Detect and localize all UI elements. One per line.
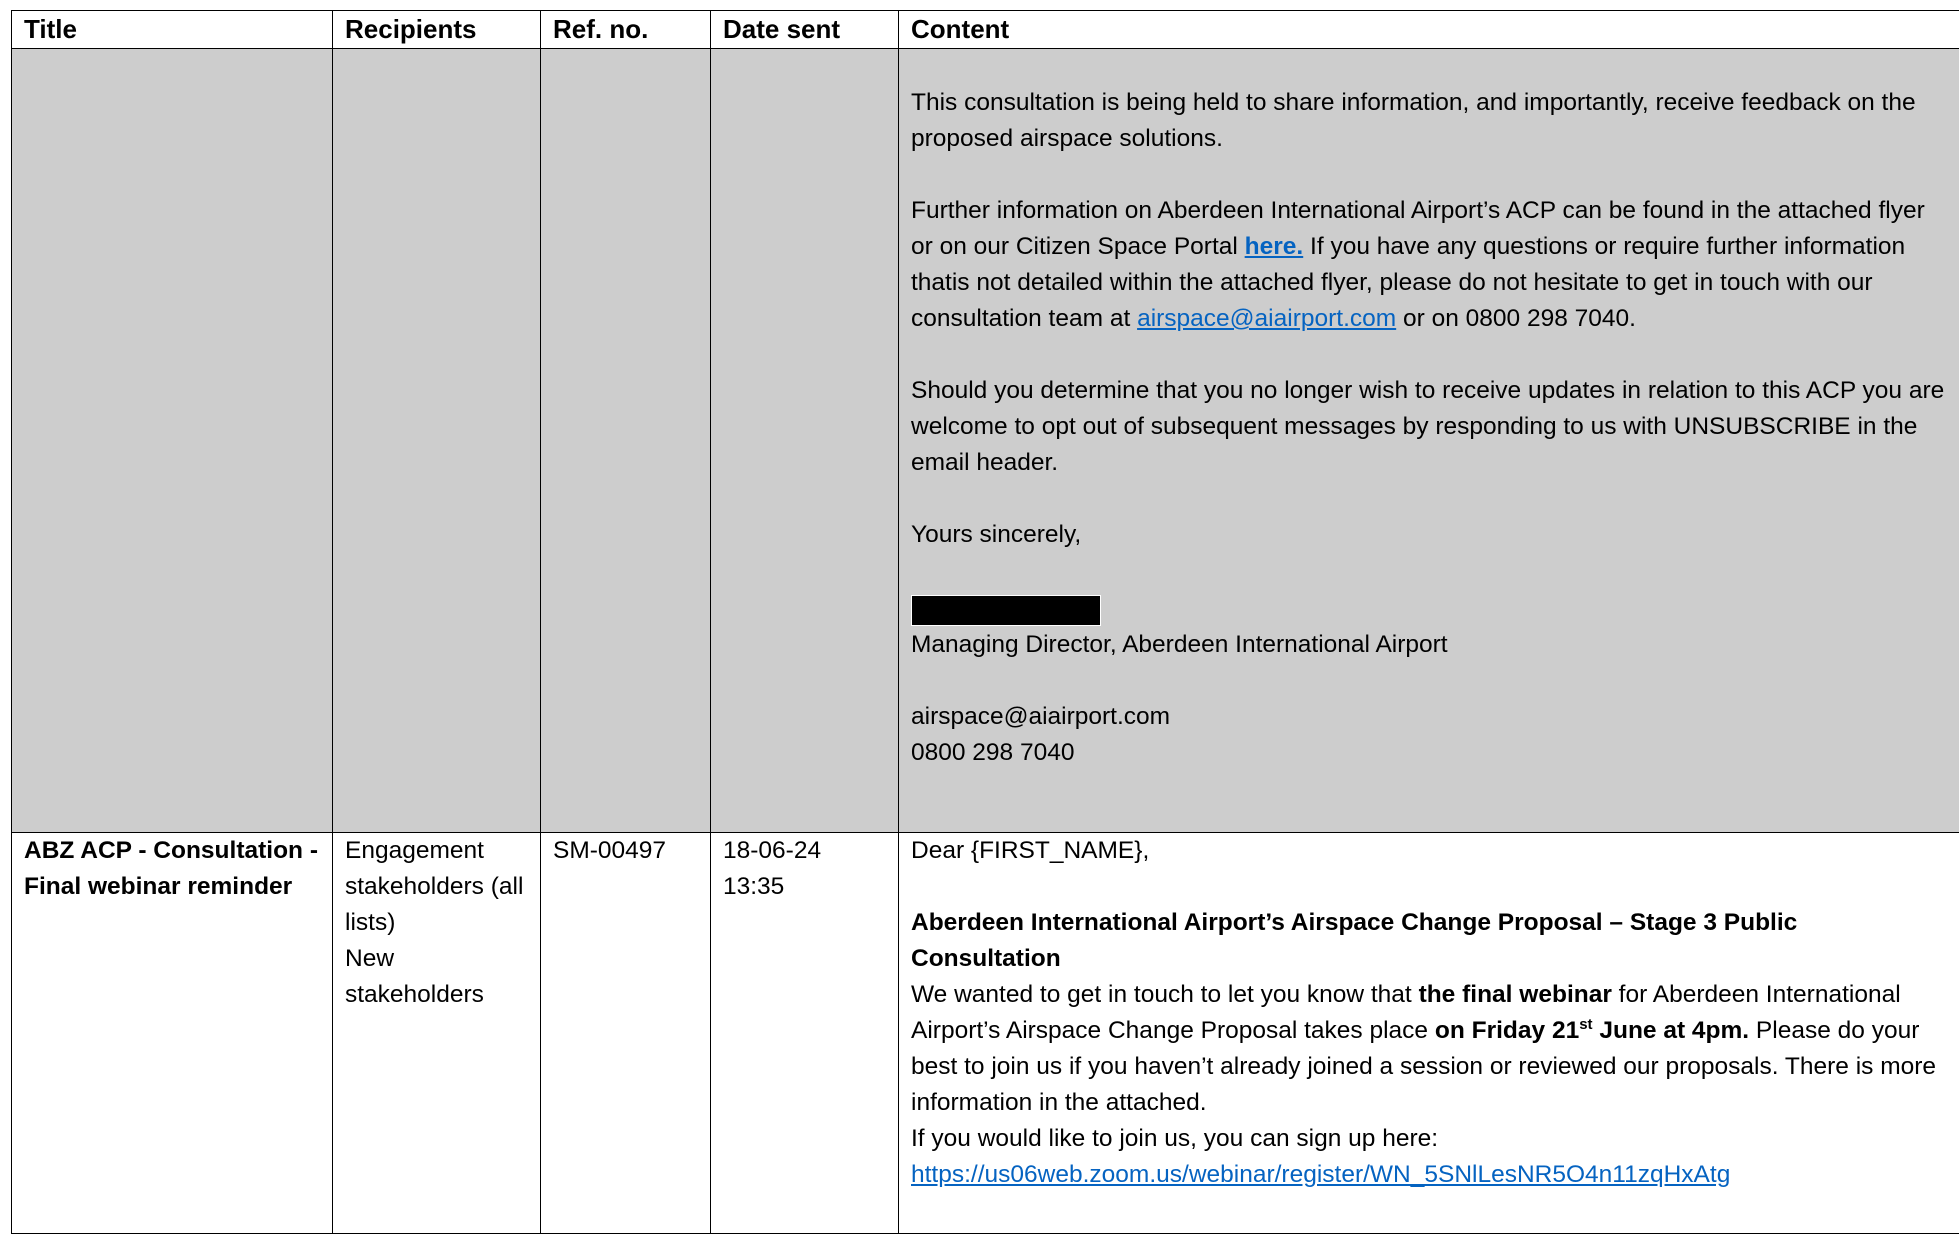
cell-title: ABZ ACP - Consultation - Final webinar r… bbox=[12, 833, 333, 1234]
email-link[interactable]: airspace@aiairport.com bbox=[1137, 305, 1396, 332]
header-content: Content bbox=[899, 11, 1959, 49]
document-page: Title Recipients Ref. no. Date sent Cont… bbox=[0, 0, 1959, 1190]
content-paragraph: Further information on Aberdeen Internat… bbox=[911, 193, 1947, 337]
table-header-row: Title Recipients Ref. no. Date sent Cont… bbox=[12, 11, 1959, 49]
content-heading: Aberdeen International Airport’s Airspac… bbox=[911, 905, 1947, 977]
cell-ref bbox=[541, 49, 711, 833]
cell-title bbox=[12, 49, 333, 833]
cell-recipients bbox=[333, 49, 541, 833]
content-paragraph: We wanted to get in touch to let you kno… bbox=[911, 977, 1947, 1121]
content-paragraph: Should you determine that you no longer … bbox=[911, 373, 1947, 481]
citizen-space-link[interactable]: here. bbox=[1245, 233, 1304, 260]
table-row: ABZ ACP - Consultation - Final webinar r… bbox=[12, 833, 1959, 1234]
header-recipients: Recipients bbox=[333, 11, 541, 49]
webinar-register-link[interactable]: https://us06web.zoom.us/webinar/register… bbox=[911, 1161, 1730, 1188]
cell-recipients: Engagement stakeholders (all lists) New … bbox=[333, 833, 541, 1234]
contact-phone: 0800 298 7040 bbox=[911, 735, 1947, 771]
cell-date bbox=[711, 49, 899, 833]
content-paragraph: This consultation is being held to share… bbox=[911, 85, 1947, 157]
header-ref: Ref. no. bbox=[541, 11, 711, 49]
closing-text: Yours sincerely, bbox=[911, 517, 1947, 553]
greeting: Dear {FIRST_NAME}, bbox=[911, 833, 1947, 869]
table-row: This consultation is being held to share… bbox=[12, 49, 1959, 833]
signup-text: If you would like to join us, you can si… bbox=[911, 1121, 1947, 1157]
header-title: Title bbox=[12, 11, 333, 49]
cell-content: Dear {FIRST_NAME}, Aberdeen Internationa… bbox=[899, 833, 1959, 1234]
header-date-sent: Date sent bbox=[711, 11, 899, 49]
communications-log-table: Title Recipients Ref. no. Date sent Cont… bbox=[11, 10, 1959, 1234]
cell-date: 18-06-24 13:35 bbox=[711, 833, 899, 1234]
cell-ref: SM-00497 bbox=[541, 833, 711, 1234]
redacted-signature bbox=[911, 595, 1101, 626]
cell-content: This consultation is being held to share… bbox=[899, 49, 1959, 833]
contact-email: airspace@aiairport.com bbox=[911, 699, 1947, 735]
signatory-role: Managing Director, Aberdeen Internationa… bbox=[911, 627, 1947, 663]
